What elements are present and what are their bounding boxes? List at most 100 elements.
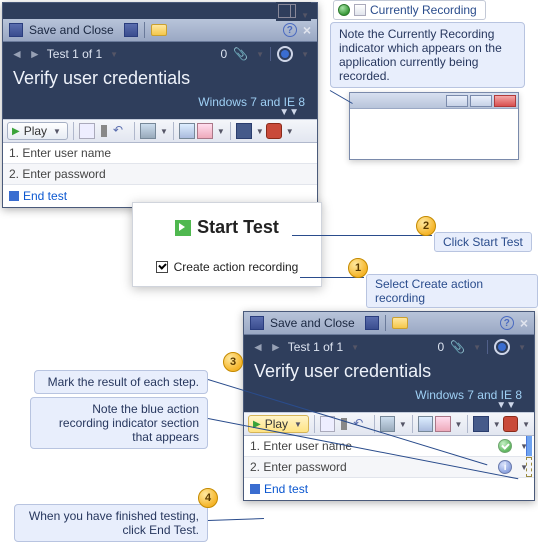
chevron-down-icon[interactable]: ▼ (254, 50, 264, 59)
chevron-down-icon[interactable]: ▼ (516, 343, 526, 352)
open-icon[interactable] (151, 24, 167, 36)
chevron-down-icon[interactable]: ▼ (453, 420, 463, 429)
label-click-start-test: Click Start Test (434, 232, 532, 252)
next-icon[interactable]: ► (270, 340, 282, 354)
bug-icon[interactable] (503, 416, 518, 432)
step-text: 1. Enter user name (250, 439, 352, 453)
tool-icon-2[interactable] (418, 416, 433, 432)
chevron-down-icon: ▼ (292, 420, 302, 429)
tool-icon-1[interactable] (380, 416, 395, 432)
layout-toggle-icon[interactable] (278, 4, 296, 18)
active-step-icon[interactable]: i (498, 460, 512, 474)
close-icon[interactable]: × (520, 315, 528, 331)
callout-end-test: When you have finished testing, click En… (14, 504, 208, 542)
expand-icon[interactable]: ▼▼ (3, 109, 305, 117)
connector-line (292, 235, 432, 236)
tool-icon-3[interactable] (197, 123, 213, 139)
end-test-label: End test (23, 189, 67, 203)
end-test-label: End test (264, 482, 308, 496)
step-badge-2: 2 (416, 216, 436, 236)
play-button[interactable]: ▶ Play ▼ (7, 122, 68, 140)
start-test-button[interactable]: Start Test (197, 217, 279, 238)
save-icon (250, 316, 264, 330)
min-icon (446, 95, 468, 107)
step-row[interactable]: 2. Enter password (3, 164, 317, 185)
next-icon[interactable]: ► (29, 47, 41, 61)
toolbar: ▶ Play ▼ ↶ ▼ ▼ ▼ ▼ (3, 119, 317, 143)
end-test-icon (9, 191, 19, 201)
step-row[interactable]: 2. Enter password i ▼ (244, 457, 534, 478)
test-runner-window-1: ▼ Save and Close ? × ◄ ► Test 1 of 1 ▼ 0… (2, 2, 318, 208)
step-list: 1. Enter user name 2. Enter password End… (3, 143, 317, 207)
help-icon[interactable]: ? (500, 316, 514, 330)
save-icon-2[interactable] (365, 316, 379, 330)
create-recording-label: Create action recording (174, 260, 299, 274)
step-text: 2. Enter password (250, 460, 347, 474)
step-badge-3: 3 (223, 352, 243, 372)
step-text: 2. Enter password (9, 167, 106, 181)
close-icon[interactable]: × (303, 22, 311, 38)
create-recording-checkbox[interactable] (156, 261, 168, 273)
tool-icon-3[interactable] (435, 416, 450, 432)
max-icon (470, 95, 492, 107)
pass-icon[interactable] (498, 439, 512, 453)
close-icon (494, 95, 516, 107)
open-icon[interactable] (392, 317, 408, 329)
test-title: Verify user credentials (244, 359, 534, 384)
camera-icon[interactable] (473, 416, 488, 432)
tool-icon-1[interactable] (140, 123, 156, 139)
attachment-icon[interactable]: 📎 (233, 47, 248, 61)
callout-mark-result: Mark the result of each step. (34, 370, 208, 394)
test-nav: ◄ ► Test 1 of 1 ▼ 0 📎 ▼ ▼ (3, 42, 317, 66)
step-list: 1. Enter user name ▼ 2. Enter password i… (244, 436, 534, 500)
chevron-down-icon[interactable]: ▼ (397, 420, 407, 429)
titlebar: Save and Close ? × (244, 312, 534, 335)
test-title: Verify user credentials (3, 66, 317, 91)
save-and-close-button[interactable]: Save and Close (29, 23, 114, 37)
chevron-down-icon[interactable]: ▼ (299, 11, 309, 20)
chevron-down-icon[interactable]: ▼ (254, 127, 264, 136)
save-icon (9, 23, 23, 37)
info-icon[interactable] (277, 46, 293, 62)
callout-recording-text: Note the Currently Recording indicator w… (339, 27, 502, 83)
globe-icon (338, 4, 350, 16)
chevron-down-icon[interactable]: ▼ (299, 50, 309, 59)
chevron-down-icon[interactable]: ▼ (491, 420, 501, 429)
chevron-down-icon[interactable]: ▼ (215, 127, 225, 136)
titlebar: Save and Close ? × (3, 19, 317, 42)
step-badge-4: 4 (198, 488, 218, 508)
chevron-down-icon: ▼ (51, 127, 61, 136)
chevron-down-icon[interactable]: ▼ (108, 50, 118, 59)
record-icon[interactable] (79, 123, 95, 139)
pause-icon[interactable] (101, 125, 107, 137)
label-select-create-recording: Select Create action recording (366, 274, 538, 308)
test-counter: Test 1 of 1 (288, 340, 343, 354)
tool-icon-2[interactable] (179, 123, 195, 139)
prev-icon[interactable]: ◄ (252, 340, 264, 354)
chevron-down-icon[interactable]: ▼ (520, 420, 530, 429)
step-text: 1. Enter user name (9, 146, 111, 160)
prev-icon[interactable]: ◄ (11, 47, 23, 61)
attachment-icon[interactable]: 📎 (450, 340, 465, 354)
chevron-down-icon[interactable]: ▼ (284, 127, 294, 136)
save-and-close-button[interactable]: Save and Close (270, 316, 355, 330)
step-row[interactable]: 1. Enter user name (3, 143, 317, 164)
callout-recording-indicator: Note the Currently Recording indicator w… (330, 22, 525, 88)
info-icon[interactable] (494, 339, 510, 355)
bug-icon[interactable] (266, 123, 282, 139)
play-label: Play (24, 124, 47, 138)
end-test-icon (250, 484, 260, 494)
recording-indicator-strip (526, 436, 532, 456)
recording-indicator-strip-pending (526, 457, 532, 477)
undo-icon[interactable]: ↶ (113, 123, 129, 139)
help-icon[interactable]: ? (283, 23, 297, 37)
chevron-down-icon[interactable]: ▼ (158, 127, 168, 136)
end-test-link[interactable]: End test (244, 478, 534, 500)
start-test-icon (175, 220, 191, 236)
chevron-down-icon[interactable]: ▼ (349, 343, 359, 352)
play-button[interactable]: ▶ Play ▼ (248, 415, 309, 433)
chevron-down-icon[interactable]: ▼ (471, 343, 481, 352)
camera-icon[interactable] (236, 123, 252, 139)
save-icon-2[interactable] (124, 23, 138, 37)
test-config: Windows 7 and IE 8 (3, 95, 305, 109)
